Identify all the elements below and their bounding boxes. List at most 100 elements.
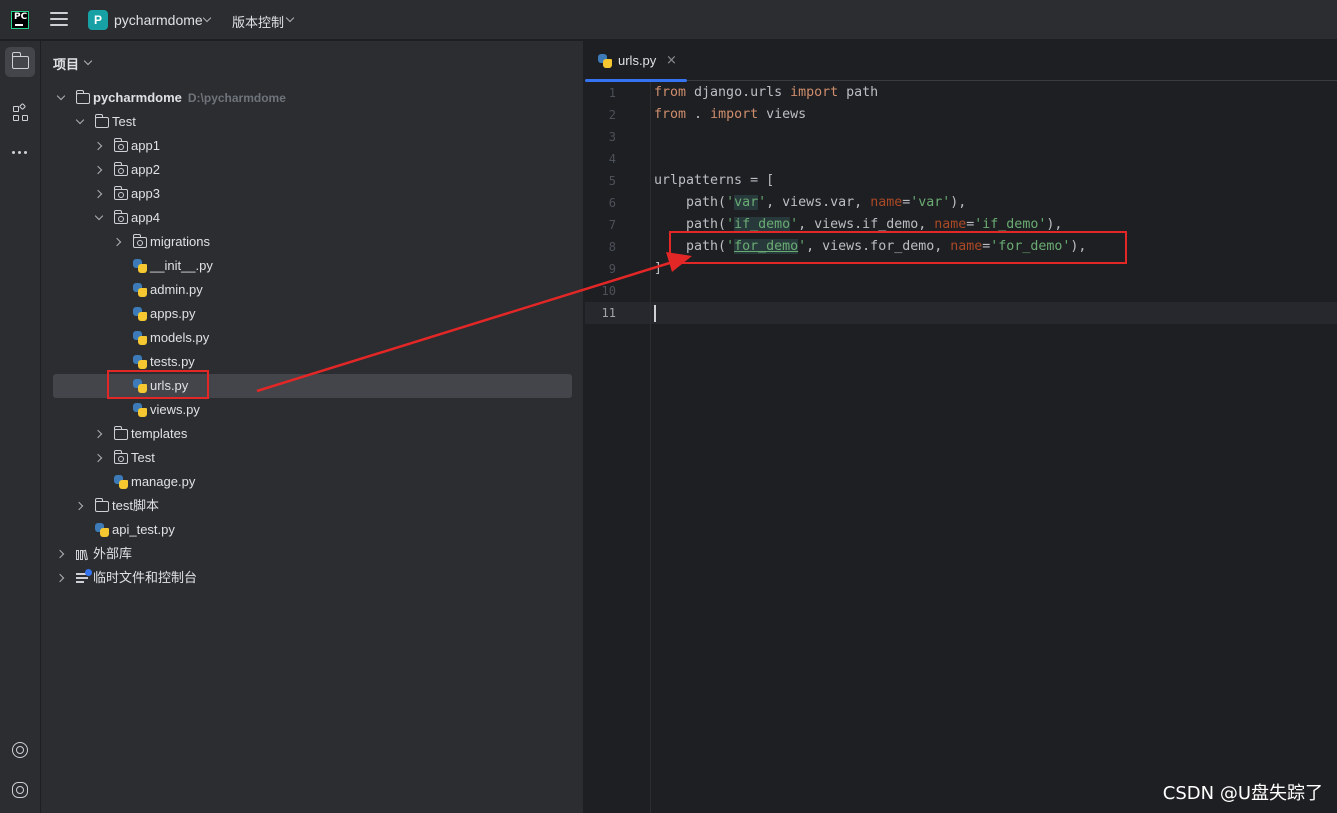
tree-item-test[interactable]: Test <box>41 110 584 134</box>
chevron-right-icon[interactable] <box>74 501 84 511</box>
vcs-menu[interactable]: 版本控制 <box>232 12 284 31</box>
chevron-right-icon[interactable] <box>93 165 103 175</box>
tab-label: urls.py <box>618 53 657 68</box>
title-bar: PC P pycharmdome 版本控制 <box>0 0 1337 40</box>
line-number: 10 <box>601 284 616 298</box>
folder-icon <box>94 114 109 128</box>
package-folder-icon <box>113 138 128 152</box>
current-line-highlight <box>585 302 1337 324</box>
package-folder-icon <box>113 210 128 224</box>
line-number: 4 <box>608 152 616 166</box>
tree-item-views-py[interactable]: views.py <box>41 398 584 422</box>
project-switcher[interactable]: pycharmdome <box>114 12 203 28</box>
project-panel: 项目 pycharmdome D:\pycharmdome Test app1 a… <box>41 41 584 813</box>
tree-item-label: app2 <box>131 162 160 177</box>
tree-item-app1[interactable]: app1 <box>41 134 584 158</box>
line-number: 1 <box>608 86 616 100</box>
tree-item-label: 外部库 <box>93 546 133 561</box>
code-line-9[interactable]: ] <box>654 258 662 280</box>
tree-item-migrations[interactable]: migrations <box>41 230 584 254</box>
project-tool-button[interactable] <box>5 47 35 77</box>
tree-item-test-scripts[interactable]: test脚本 <box>41 494 584 518</box>
line-number: 7 <box>608 218 616 232</box>
chevron-down-icon[interactable] <box>75 115 85 125</box>
pycharm-logo-icon[interactable]: PC <box>11 11 29 29</box>
close-icon[interactable]: × <box>666 53 677 68</box>
tree-item-label: admin.py <box>150 282 203 297</box>
chevron-down-icon[interactable] <box>202 13 212 23</box>
tree-item-models-py[interactable]: models.py <box>41 326 584 350</box>
tree-item-external-libraries[interactable]: 外部库 <box>41 542 584 566</box>
tree-item-init-py[interactable]: __init__.py <box>41 254 584 278</box>
python-console-icon[interactable] <box>5 775 35 805</box>
chevron-right-icon[interactable] <box>55 549 65 559</box>
project-badge[interactable]: P <box>88 10 108 30</box>
tree-item-manage-py[interactable]: manage.py <box>41 470 584 494</box>
chevron-right-icon[interactable] <box>93 141 103 151</box>
tree-item-label: app1 <box>131 138 160 153</box>
tree-item-label: views.py <box>150 402 200 417</box>
tool-window-strip <box>0 41 41 813</box>
chevron-down-icon[interactable] <box>285 13 295 23</box>
chevron-right-icon[interactable] <box>93 453 103 463</box>
python-file-icon <box>133 283 147 297</box>
tree-item-pycharmdome[interactable]: pycharmdome D:\pycharmdome <box>41 86 584 110</box>
panel-title[interactable]: 项目 <box>53 54 79 73</box>
chevron-down-icon[interactable] <box>56 91 66 101</box>
chevron-right-icon[interactable] <box>112 237 122 247</box>
editor-area: urls.py × 1 2 3 4 5 6 7 8 9 10 11 from d… <box>585 41 1337 813</box>
tab-urls-py[interactable]: urls.py × <box>585 41 687 82</box>
tree-item-label: Test <box>131 450 155 465</box>
code-line-1[interactable]: from django.urls import path <box>654 82 878 104</box>
tree-item-templates[interactable]: templates <box>41 422 584 446</box>
tree-item-label: models.py <box>150 330 210 345</box>
more-icon[interactable] <box>5 137 35 167</box>
tree-item-test-package[interactable]: Test <box>41 446 584 470</box>
ai-assistant-icon[interactable] <box>5 735 35 765</box>
tree-item-label: __init__.py <box>150 258 213 273</box>
python-file-icon <box>133 355 147 369</box>
tree-item-app3[interactable]: app3 <box>41 182 584 206</box>
package-folder-icon <box>113 450 128 464</box>
python-file-icon <box>598 54 612 68</box>
line-number: 5 <box>608 174 616 188</box>
python-file-icon <box>114 475 128 489</box>
folder-icon <box>75 90 90 104</box>
tree-item-app4[interactable]: app4 <box>41 206 584 230</box>
tree-item-admin-py[interactable]: admin.py <box>41 278 584 302</box>
tree-item-app2[interactable]: app2 <box>41 158 584 182</box>
project-path: D:\pycharmdome <box>187 91 286 105</box>
chevron-down-icon[interactable] <box>94 211 104 221</box>
tree-item-scratches[interactable]: 临时文件和控制台 <box>41 566 584 590</box>
project-folder-icon <box>11 52 29 69</box>
package-folder-icon <box>113 186 128 200</box>
line-number-current: 11 <box>601 306 616 320</box>
tree-item-label: templates <box>131 426 188 441</box>
tree-item-api-test-py[interactable]: api_test.py <box>41 518 584 542</box>
line-number-gutter[interactable]: 1 2 3 4 5 6 7 8 9 10 11 <box>585 82 651 813</box>
tree-item-label: app4 <box>131 210 160 225</box>
chevron-down-icon[interactable] <box>83 56 93 66</box>
tree-item-label: api_test.py <box>112 522 175 537</box>
structure-icon[interactable] <box>5 98 35 128</box>
tree-item-label: 临时文件和控制台 <box>93 570 198 585</box>
chevron-right-icon[interactable] <box>93 189 103 199</box>
tree-item-label: Test <box>112 114 136 129</box>
code-line-5[interactable]: urlpatterns = [ <box>654 170 774 192</box>
scratches-icon <box>76 569 92 583</box>
chevron-right-icon[interactable] <box>93 429 103 439</box>
chevron-right-icon[interactable] <box>55 573 65 583</box>
python-file-icon <box>133 259 147 273</box>
watermark: CSDN @U盘失踪了 <box>1162 783 1323 804</box>
main-menu-icon[interactable] <box>50 12 68 28</box>
package-folder-icon <box>113 162 128 176</box>
annotation-box-urls-file <box>107 370 209 399</box>
annotation-box-for-demo-route <box>669 231 1127 264</box>
tree-item-apps-py[interactable]: apps.py <box>41 302 584 326</box>
tree-item-label: manage.py <box>131 474 196 489</box>
line-number: 6 <box>608 196 616 210</box>
package-folder-icon <box>132 234 147 248</box>
tree-item-label: pycharmdome <box>93 90 182 105</box>
code-line-2[interactable]: from . import views <box>654 104 806 126</box>
code-line-6[interactable]: path('var', views.var, name='var'), <box>654 192 966 214</box>
